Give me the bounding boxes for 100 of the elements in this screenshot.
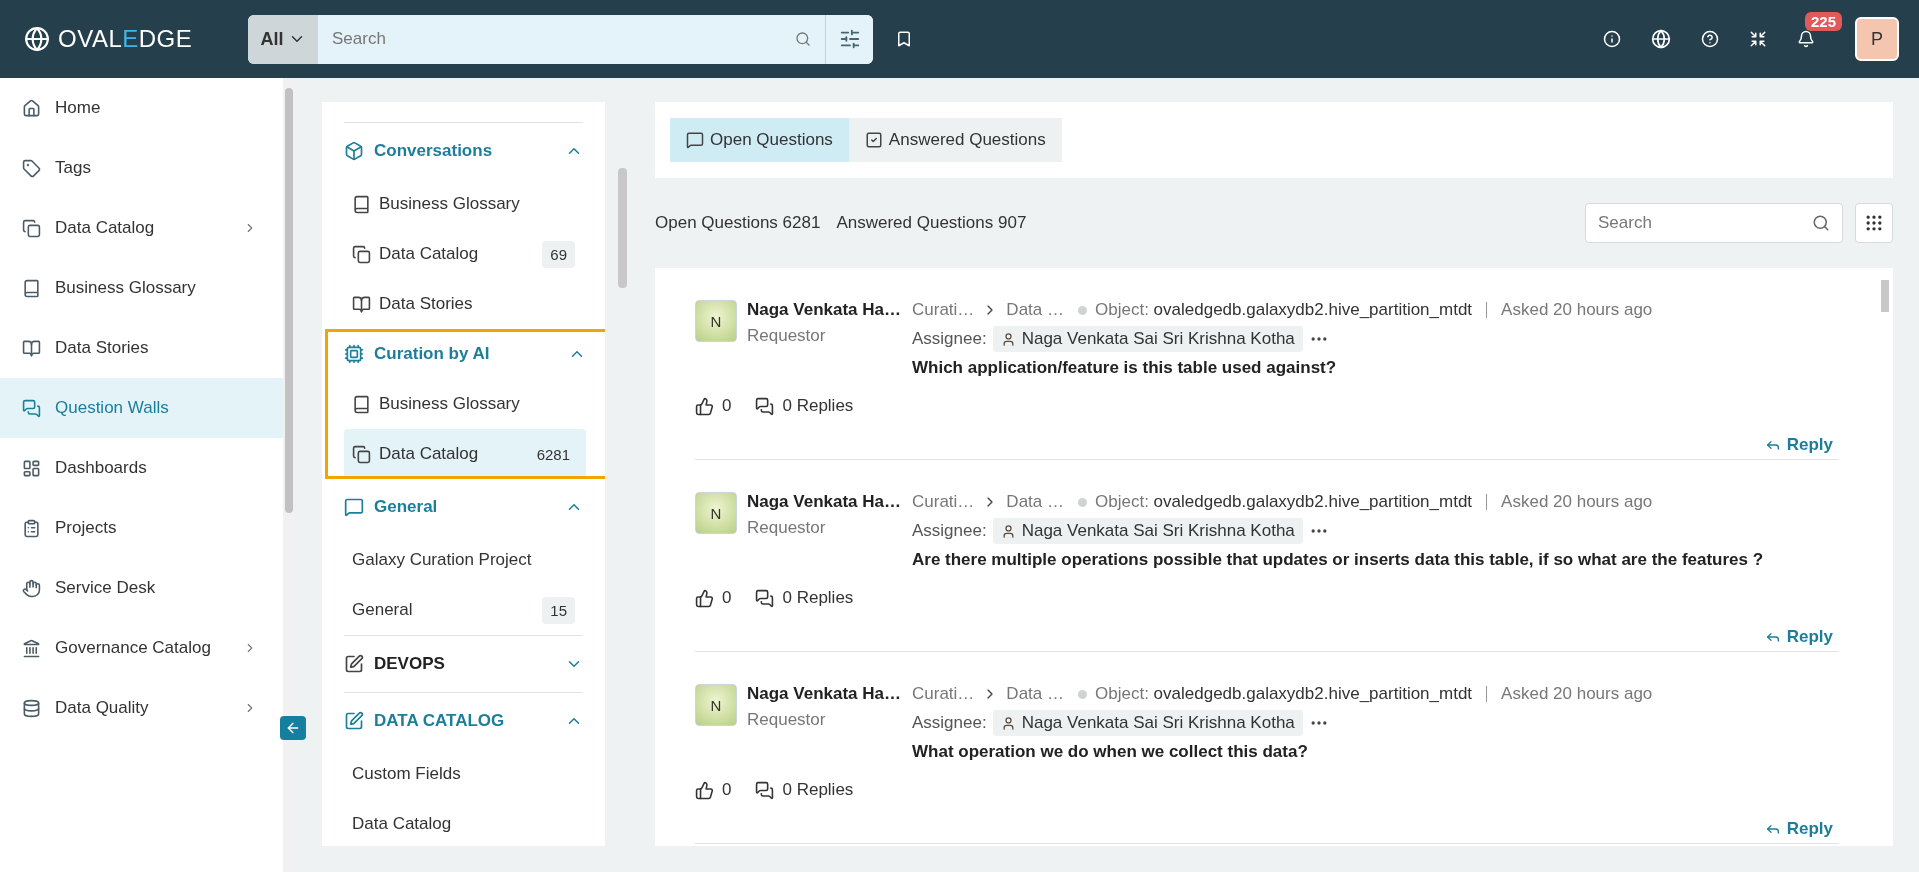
notifications-button[interactable] [1797, 30, 1815, 48]
user-avatar[interactable]: P [1855, 17, 1899, 61]
sidebar-item[interactable]: Dashboards [0, 438, 283, 498]
grid-view-button[interactable] [1855, 203, 1893, 243]
breadcrumb-item[interactable]: Curati… [912, 300, 975, 320]
assignee-chip[interactable]: Naga Venkata Sai Sri Krishna Kotha [992, 518, 1303, 544]
sliders-icon [838, 28, 861, 50]
bookmark-button[interactable] [895, 30, 913, 48]
info-button[interactable] [1603, 30, 1621, 48]
user-avatar: N [695, 684, 737, 726]
object-path: Object: ovaledgedb.galaxydb2.hive_partition_mtdt [1095, 684, 1473, 704]
author-role: Requestor [747, 518, 827, 538]
asked-time: Asked 20 hours ago [1501, 684, 1653, 704]
thumbs-up-icon [695, 781, 714, 800]
wall-item[interactable]: Business Glossary [344, 379, 586, 429]
tab[interactable]: Answered Questions [848, 118, 1062, 162]
documents-icon [22, 218, 41, 238]
sidebar-item[interactable]: Home [0, 78, 283, 138]
scope-dropdown[interactable]: All [248, 14, 318, 64]
wall-item[interactable]: Data Catalog 6281 [344, 429, 586, 479]
reply-button[interactable]: Reply [1758, 430, 1839, 459]
chat-bubbles-icon [755, 781, 775, 800]
tag-icon [22, 158, 41, 178]
sidebar-item[interactable]: Business Glossary [0, 258, 283, 318]
tab[interactable]: Open Questions [670, 118, 849, 162]
person-icon [1000, 523, 1016, 539]
breadcrumb-item[interactable]: Data … [1006, 300, 1064, 320]
wall-item[interactable]: Data Catalog 69 [344, 229, 583, 279]
sidebar-item[interactable]: Tags [0, 138, 283, 198]
person-icon [1000, 715, 1016, 731]
wall-item[interactable]: Data Catalog [344, 799, 583, 846]
reply-button[interactable]: Reply [1758, 622, 1839, 651]
sidebar-item[interactable]: Projects [0, 498, 283, 558]
scrollbar-thumb[interactable] [285, 88, 293, 513]
collapse-sidebar-button[interactable] [280, 716, 306, 740]
globe-button[interactable] [1651, 29, 1671, 49]
breadcrumb-item[interactable]: Curati… [912, 684, 975, 704]
assignee-chip[interactable]: Naga Venkata Sai Sri Krishna Kotha [992, 326, 1303, 352]
assignee-chip[interactable]: Naga Venkata Sai Sri Krishna Kotha [992, 710, 1303, 736]
author-name: Naga Venkata Ha… [747, 300, 901, 320]
user-avatar: N [695, 492, 737, 534]
notification-count: 225 [1805, 12, 1843, 31]
asked-time: Asked 20 hours ago [1501, 492, 1653, 512]
clipboard-icon [22, 518, 41, 538]
user-avatar: N [695, 300, 737, 342]
like-button[interactable]: 0 [695, 396, 732, 417]
dashboard-icon [22, 458, 41, 478]
help-button[interactable] [1701, 30, 1719, 48]
section-header[interactable]: General [344, 479, 583, 535]
scrollbar-thumb[interactable] [618, 168, 627, 288]
edit-icon [344, 654, 364, 674]
replies-button[interactable]: 0 Replies [755, 588, 854, 609]
edit-icon [344, 711, 364, 731]
breadcrumb-item[interactable]: Curati… [912, 492, 975, 512]
filter-button[interactable] [825, 14, 873, 64]
open-book-icon [352, 294, 371, 314]
scrollbar-thumb[interactable] [1881, 280, 1889, 312]
thumbs-up-icon [695, 397, 714, 416]
reply-button[interactable]: Reply [1758, 814, 1839, 843]
like-button[interactable]: 0 [695, 780, 732, 801]
documents-icon [352, 444, 371, 464]
section-header[interactable]: DEVOPS [344, 636, 583, 692]
wall-item[interactable]: General 15 [344, 585, 583, 635]
question-count: Open Questions 6281 [655, 213, 821, 233]
cube-icon [344, 141, 364, 161]
documents-icon [352, 244, 371, 264]
sidebar-item[interactable]: Question Walls [0, 378, 283, 438]
replies-button[interactable]: 0 Replies [755, 780, 854, 801]
section-header[interactable]: Curation by AI [344, 329, 586, 379]
author-name: Naga Venkata Ha… [747, 684, 901, 704]
chat-bubbles-icon [755, 397, 775, 416]
bank-icon [22, 638, 41, 658]
logo[interactable]: OVALEDGE [24, 25, 248, 53]
sidebar-item[interactable]: Data Catalog [0, 198, 283, 258]
section-header[interactable]: Conversations [344, 123, 583, 179]
hand-icon [22, 578, 41, 598]
bell-icon [1797, 30, 1815, 48]
shrink-button[interactable] [1749, 30, 1767, 48]
search-field[interactable]: Search [318, 14, 825, 64]
grid-icon [1864, 213, 1884, 233]
replies-button[interactable]: 0 Replies [755, 396, 854, 417]
open-book-icon [22, 338, 41, 358]
sidebar-item[interactable]: Governance Catalog [0, 618, 283, 678]
breadcrumb-item[interactable]: Data … [1006, 684, 1064, 704]
book-icon [352, 394, 371, 414]
search-field[interactable]: Search [1585, 203, 1843, 243]
wall-item[interactable]: Business Glossary [344, 179, 583, 229]
wall-item[interactable]: Galaxy Curation Project [344, 535, 583, 585]
sidebar-item[interactable]: Data Stories [0, 318, 283, 378]
chat-bubble-icon [344, 497, 364, 517]
asked-time: Asked 20 hours ago [1501, 300, 1653, 320]
wall-item[interactable]: Custom Fields [344, 749, 583, 799]
wall-item[interactable]: Data Stories [344, 279, 583, 329]
chip-icon [344, 344, 364, 364]
like-button[interactable]: 0 [695, 588, 732, 609]
object-path: Object: ovaledgedb.galaxydb2.hive_partition_mtdt [1095, 300, 1473, 320]
sidebar-item[interactable]: Data Quality [0, 678, 283, 738]
section-header[interactable]: DATA CATALOG [344, 693, 583, 749]
breadcrumb-item[interactable]: Data … [1006, 492, 1064, 512]
sidebar-item[interactable]: Service Desk [0, 558, 283, 618]
